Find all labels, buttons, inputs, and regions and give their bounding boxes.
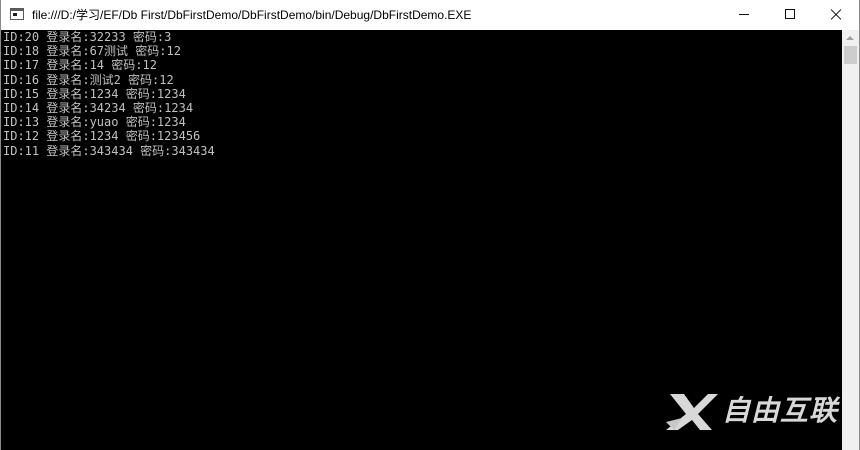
scroll-up-arrow-icon[interactable] [846,36,854,40]
window-title: file:///D:/学习/EF/Db First/DbFirstDemo/Db… [32,8,472,22]
watermark: 自由互联 [664,388,844,436]
title-bar[interactable]: file:///D:/学习/EF/Db First/DbFirstDemo/Db… [1,0,859,30]
console-line: ID:11 登录名:343434 密码:343434 [3,143,215,158]
close-button[interactable] [813,0,859,30]
scrollbar-thumb[interactable] [844,46,857,64]
console-line: ID:18 登录名:67测试 密码:12 [3,44,181,59]
console-line: ID:17 登录名:14 密码:12 [3,58,157,73]
console-line: ID:14 登录名:34234 密码:1234 [3,100,194,115]
console-line: ID:20 登录名:32233 密码:3 [3,30,172,44]
console-app-icon[interactable] [10,8,24,20]
console-output[interactable]: ID:20 登录名:32233 密码:3 ID:18 登录名:67测试 密码:1… [1,30,842,450]
watermark-logo-icon [666,394,718,430]
console-line: ID:12 登录名:1234 密码:123456 [3,129,201,144]
console-line: ID:15 登录名:1234 密码:1234 [3,86,186,101]
vertical-scrollbar[interactable] [842,30,859,450]
minimize-button[interactable] [721,0,767,30]
maximize-button[interactable] [767,0,813,30]
console-line: ID:13 登录名:yuao 密码:1234 [3,115,186,130]
console-line: ID:16 登录名:测试2 密码:12 [3,72,174,87]
console-window: file:///D:/学习/EF/Db First/DbFirstDemo/Db… [0,0,860,450]
watermark-text: 自由互联 [722,394,839,427]
